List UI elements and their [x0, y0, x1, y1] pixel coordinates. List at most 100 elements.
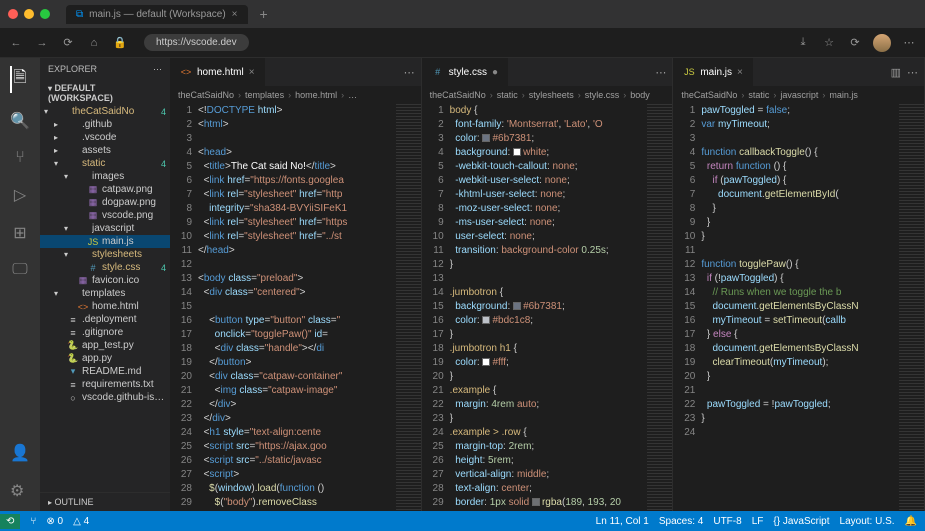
tree-item[interactable]: ▾javascript — [40, 222, 170, 235]
home-icon[interactable]: ⌂ — [86, 37, 102, 49]
more-icon[interactable]: ⋯ — [404, 66, 415, 79]
close-window[interactable] — [8, 9, 18, 19]
breadcrumbs[interactable]: theCatSaidNo›static›javascript›main.js — [673, 86, 924, 104]
tree-item[interactable]: ▦catpaw.png — [40, 183, 170, 196]
gear-icon[interactable]: ⚙ — [10, 481, 30, 501]
crumb[interactable]: stylesheets — [529, 90, 574, 100]
code-editor[interactable]: 1234567891011121314151617181920212223242… — [422, 104, 673, 511]
tree-item[interactable]: ▾templates — [40, 287, 170, 300]
new-tab-button[interactable]: + — [260, 6, 268, 22]
code-lines[interactable]: <!DOCTYPE html><html> <head> <title>The … — [198, 104, 396, 511]
browser-tab[interactable]: ⧉ main.js — default (Workspace) × — [66, 5, 248, 24]
status-spaces[interactable]: Spaces: 4 — [659, 516, 703, 527]
more-icon[interactable]: ⋯ — [655, 66, 666, 79]
status-language[interactable]: {} JavaScript — [773, 516, 829, 527]
minimap[interactable] — [396, 104, 421, 511]
tree-item[interactable]: ▸.github — [40, 118, 170, 131]
file-name: main.js — [102, 236, 166, 247]
code-lines[interactable]: pawToggled = false;var myTimeout; functi… — [701, 104, 899, 511]
status-warnings[interactable]: △ 4 — [73, 516, 89, 527]
tree-item[interactable]: 🐍app.py — [40, 352, 170, 365]
editor-tab[interactable]: <>home.html× — [170, 58, 266, 86]
avatar[interactable] — [873, 34, 891, 52]
sync-icon[interactable]: ⟳ — [847, 36, 863, 49]
dirty-icon[interactable]: ● — [492, 67, 498, 78]
tree-item[interactable]: ▦dogpaw.png — [40, 196, 170, 209]
minimap[interactable] — [647, 104, 672, 511]
explorer-icon[interactable]: 🗎 — [10, 66, 27, 93]
tree-item[interactable]: ▾static4 — [40, 157, 170, 170]
status-encoding[interactable]: UTF-8 — [713, 516, 741, 527]
status-remote[interactable]: ⟲ — [0, 514, 20, 529]
chevron-icon: ▸ — [54, 133, 64, 142]
remote-icon[interactable]: 🖵 — [12, 261, 27, 279]
code-editor[interactable]: 123456789101112131415161718192021222324p… — [673, 104, 924, 511]
split-icon[interactable]: ▥ — [891, 66, 901, 79]
close-tab-icon[interactable]: × — [232, 9, 238, 20]
tree-item[interactable]: <>home.html — [40, 300, 170, 313]
tree-item[interactable]: 🐍app_test.py — [40, 339, 170, 352]
tree-item[interactable]: ○vscode.github-issues — [40, 391, 170, 404]
sidebar-more-icon[interactable]: ⋯ — [153, 64, 162, 75]
code-editor[interactable]: 1234567891011121314151617181920212223242… — [170, 104, 421, 511]
crumb[interactable]: body — [630, 90, 650, 100]
refresh-icon[interactable]: ⟳ — [60, 36, 76, 49]
tree-item[interactable]: ≡.gitignore — [40, 326, 170, 339]
crumb[interactable]: static — [497, 90, 518, 100]
account-icon[interactable]: 👤 — [10, 443, 30, 463]
crumb[interactable]: theCatSaidNo — [178, 90, 234, 100]
tree-item[interactable]: ≡requirements.txt — [40, 378, 170, 391]
tree-item[interactable]: ▦vscode.png — [40, 209, 170, 222]
outline-section[interactable]: ▸ Outline — [40, 492, 170, 511]
close-icon[interactable]: × — [249, 67, 255, 78]
status-bell-icon[interactable]: 🔔 — [905, 516, 917, 527]
workspace-title[interactable]: ▾ DEFAULT (WORKSPACE) — [40, 81, 170, 105]
url-bar[interactable]: https://vscode.dev — [144, 34, 249, 51]
crumb[interactable]: … — [348, 90, 357, 100]
close-icon[interactable]: × — [737, 67, 743, 78]
breadcrumbs[interactable]: theCatSaidNo›static›stylesheets›style.cs… — [422, 86, 673, 104]
crumb[interactable]: templates — [245, 90, 284, 100]
tree-item[interactable]: ▦favicon.ico — [40, 274, 170, 287]
search-icon[interactable]: 🔍 — [10, 111, 30, 131]
minimize-window[interactable] — [24, 9, 34, 19]
tree-item[interactable]: JSmain.js — [40, 235, 170, 248]
code-lines[interactable]: body { font-family: 'Montserrat', 'Lato'… — [450, 104, 648, 511]
forward-icon[interactable]: → — [34, 37, 50, 49]
maximize-window[interactable] — [40, 9, 50, 19]
editor-actions: ▥⋯ — [885, 58, 924, 86]
debug-icon[interactable]: ▷ — [14, 185, 26, 205]
minimap[interactable] — [899, 104, 924, 511]
crumb[interactable]: javascript — [780, 90, 818, 100]
status-layout[interactable]: Layout: U.S. — [840, 516, 895, 527]
crumb[interactable]: home.html — [295, 90, 337, 100]
tree-item[interactable]: ▸assets — [40, 144, 170, 157]
tree-item[interactable]: ▾stylesheets — [40, 248, 170, 261]
editor-tab[interactable]: JSmain.js× — [673, 58, 754, 86]
tree-item[interactable]: ▸.vscode — [40, 131, 170, 144]
more-icon[interactable]: ⋯ — [907, 66, 918, 79]
breadcrumbs[interactable]: theCatSaidNo›templates›home.html›… — [170, 86, 421, 104]
extensions-icon[interactable]: ⊞ — [13, 223, 26, 243]
tree-item[interactable]: ▾images — [40, 170, 170, 183]
crumb[interactable]: main.js — [829, 90, 858, 100]
tree-item[interactable]: ▾theCatSaidNo4 — [40, 105, 170, 118]
editor-tab[interactable]: #style.css● — [422, 58, 509, 86]
chevron-icon: ▾ — [54, 159, 64, 168]
crumb[interactable]: static — [748, 90, 769, 100]
status-errors[interactable]: ⊗ 0 — [46, 516, 63, 527]
menu-icon[interactable]: ⋯ — [901, 36, 917, 49]
download-icon[interactable]: ⤓ — [795, 36, 811, 49]
crumb[interactable]: style.css — [585, 90, 620, 100]
status-cursor[interactable]: Ln 11, Col 1 — [596, 516, 649, 527]
crumb[interactable]: theCatSaidNo — [430, 90, 486, 100]
status-branch[interactable]: ⑂ — [30, 516, 36, 527]
source-control-icon[interactable]: ⑂ — [15, 149, 25, 167]
star-icon[interactable]: ☆ — [821, 36, 837, 49]
tree-item[interactable]: ▾README.md — [40, 365, 170, 378]
tree-item[interactable]: ≡.deployment — [40, 313, 170, 326]
crumb[interactable]: theCatSaidNo — [681, 90, 737, 100]
tree-item[interactable]: #style.css4 — [40, 261, 170, 274]
status-eol[interactable]: LF — [752, 516, 764, 527]
back-icon[interactable]: ← — [8, 37, 24, 49]
